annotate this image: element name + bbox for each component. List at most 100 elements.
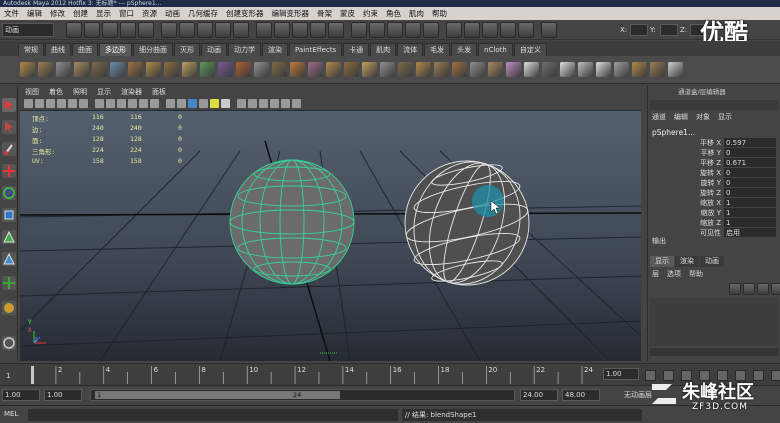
status-tool-19-icon[interactable] <box>423 21 439 38</box>
last-tool-icon[interactable] <box>2 276 16 290</box>
layer-tab-1[interactable]: 渲染 <box>675 256 699 267</box>
status-tool-8-icon[interactable] <box>215 21 231 38</box>
layer-options-icon[interactable] <box>757 283 769 295</box>
status-tool-6-icon[interactable] <box>179 21 195 38</box>
panel-menu-item-4[interactable]: 渲染器 <box>116 87 147 97</box>
shelf-tool-6-icon[interactable] <box>128 62 143 77</box>
panel-tool-1-icon[interactable] <box>35 99 44 108</box>
shelf-tool-27-icon[interactable] <box>506 62 521 77</box>
panel-tool-7-icon[interactable] <box>106 99 115 108</box>
shelf-tab-15[interactable]: nCloth <box>478 43 513 56</box>
status-tool-1-icon[interactable] <box>84 21 100 38</box>
attr-row-6[interactable]: 缩放 X1 <box>648 198 780 208</box>
anim-start-field[interactable]: 1.00 <box>2 389 40 401</box>
panel-tool-17-icon[interactable] <box>221 99 230 108</box>
menu-item-10[interactable]: 编辑变形器 <box>268 8 314 19</box>
status-tool-3-icon[interactable] <box>120 21 136 38</box>
current-frame-marker[interactable] <box>31 366 34 384</box>
menu-item-9[interactable]: 创建变形器 <box>222 8 268 19</box>
menu-item-2[interactable]: 修改 <box>46 8 69 19</box>
panel-tool-9-icon[interactable] <box>128 99 137 108</box>
panel-tool-13-icon[interactable] <box>177 99 186 108</box>
attr-row-1[interactable]: 平移 Y0 <box>648 148 780 158</box>
attr-row-7[interactable]: 缩放 Y1 <box>648 208 780 218</box>
shelf-tool-5-icon[interactable] <box>110 62 125 77</box>
panel-tool-0-icon[interactable] <box>24 99 33 108</box>
panel-tool-2-icon[interactable] <box>46 99 55 108</box>
menu-item-6[interactable]: 资源 <box>138 8 161 19</box>
shelf-tool-15-icon[interactable] <box>290 62 305 77</box>
menu-item-12[interactable]: 蒙皮 <box>336 8 359 19</box>
status-tool-5-icon[interactable] <box>161 21 177 38</box>
attr-row-0[interactable]: 平移 X 0.597 <box>648 138 780 148</box>
shelf-tool-25-icon[interactable] <box>470 62 485 77</box>
shelf-tab-12[interactable]: 流体 <box>397 43 424 56</box>
shelf-tab-7[interactable]: 动力学 <box>228 43 261 56</box>
perspective-viewport[interactable]: X Y Z 顶点: 116 116 0 边: 240 240 0 面: 128 128 0 三角形: 22… <box>20 111 641 361</box>
rotate-tool-icon[interactable] <box>2 186 16 200</box>
layer-list[interactable] <box>650 298 779 346</box>
attr-value[interactable]: 1 <box>724 198 776 207</box>
attr-value[interactable]: 0 <box>724 168 776 177</box>
attr-value[interactable]: 1 <box>724 208 776 217</box>
shelf-tab-9[interactable]: PaintEffects <box>289 43 343 56</box>
playback-end-field[interactable]: 24.00 <box>520 389 558 401</box>
channel-menu-item-3[interactable]: 显示 <box>718 112 732 124</box>
lasso-tool-icon[interactable] <box>2 120 16 134</box>
shelf-tool-32-icon[interactable] <box>596 62 611 77</box>
status-tool-13-icon[interactable] <box>310 21 326 38</box>
shelf-tab-4[interactable]: 细分曲面 <box>133 43 173 56</box>
status-tool-11-icon[interactable] <box>274 21 290 38</box>
layer-delete-icon[interactable] <box>771 283 780 295</box>
panel-tool-6-icon[interactable] <box>95 99 104 108</box>
shelf-tool-8-icon[interactable] <box>164 62 179 77</box>
shelf-tool-4-icon[interactable] <box>92 62 107 77</box>
shelf-tool-24-icon[interactable] <box>452 62 467 77</box>
shelf-tab-3[interactable]: 多边形 <box>99 43 132 56</box>
shelf-tab-16[interactable]: 自定义 <box>513 43 547 56</box>
shelf-tab-1[interactable]: 曲线 <box>45 43 71 56</box>
shelf-tool-10-icon[interactable] <box>200 62 215 77</box>
shelf-tab-13[interactable]: 毛发 <box>424 43 451 56</box>
panel-tool-8-icon[interactable] <box>117 99 126 108</box>
panel-tool-12-icon[interactable] <box>166 99 175 108</box>
outliner-icon[interactable] <box>2 336 16 350</box>
status-tool-17-icon[interactable] <box>387 21 403 38</box>
attr-row-3[interactable]: 旋转 X0 <box>648 168 780 178</box>
status-tool-24-icon[interactable] <box>518 21 534 38</box>
shelf-tool-31-icon[interactable] <box>578 62 593 77</box>
shelf-tool-2-icon[interactable] <box>56 62 71 77</box>
status-tool-22-icon[interactable] <box>482 21 498 38</box>
mode-selector[interactable]: 动画 <box>2 22 54 37</box>
current-frame-field[interactable]: 1.00 <box>603 368 639 380</box>
shelf-tool-29-icon[interactable] <box>542 62 557 77</box>
shelf-tool-13-icon[interactable] <box>254 62 269 77</box>
menu-item-1[interactable]: 编辑 <box>23 8 46 19</box>
shelf-tool-17-icon[interactable] <box>326 62 341 77</box>
channel-menu-item-2[interactable]: 对象 <box>696 112 710 124</box>
attr-row-8[interactable]: 缩放 Z1 <box>648 218 780 228</box>
shelf-tool-20-icon[interactable] <box>380 62 395 77</box>
shelf-tool-30-icon[interactable] <box>560 62 575 77</box>
select-tool-icon[interactable] <box>2 98 16 112</box>
shelf-tool-1-icon[interactable] <box>38 62 53 77</box>
status-tool-21-icon[interactable] <box>464 21 480 38</box>
attr-value[interactable]: 0 <box>724 148 776 157</box>
attr-value[interactable]: 1 <box>724 218 776 227</box>
shelf-tab-8[interactable]: 渲染 <box>262 43 288 56</box>
shelf-tool-35-icon[interactable] <box>650 62 665 77</box>
scale-tool-icon[interactable] <box>2 208 16 222</box>
panel-tool-18-icon[interactable] <box>237 99 246 108</box>
channel-menu-item-0[interactable]: 通道 <box>652 112 666 124</box>
status-tool-14-icon[interactable] <box>328 21 344 38</box>
range-slider-track[interactable]: 1 24 <box>90 389 515 401</box>
panel-tool-19-icon[interactable] <box>248 99 257 108</box>
soft-mod-tool-icon[interactable] <box>2 252 16 266</box>
menu-item-0[interactable]: 文件 <box>0 8 23 19</box>
status-tool-4-icon[interactable] <box>138 21 154 38</box>
menu-item-8[interactable]: 几何缓存 <box>184 8 222 19</box>
panel-menu-item-1[interactable]: 着色 <box>44 87 68 97</box>
menu-item-16[interactable]: 帮助 <box>428 8 451 19</box>
shelf-tab-14[interactable]: 头发 <box>451 43 478 56</box>
panel-tool-22-icon[interactable] <box>281 99 290 108</box>
